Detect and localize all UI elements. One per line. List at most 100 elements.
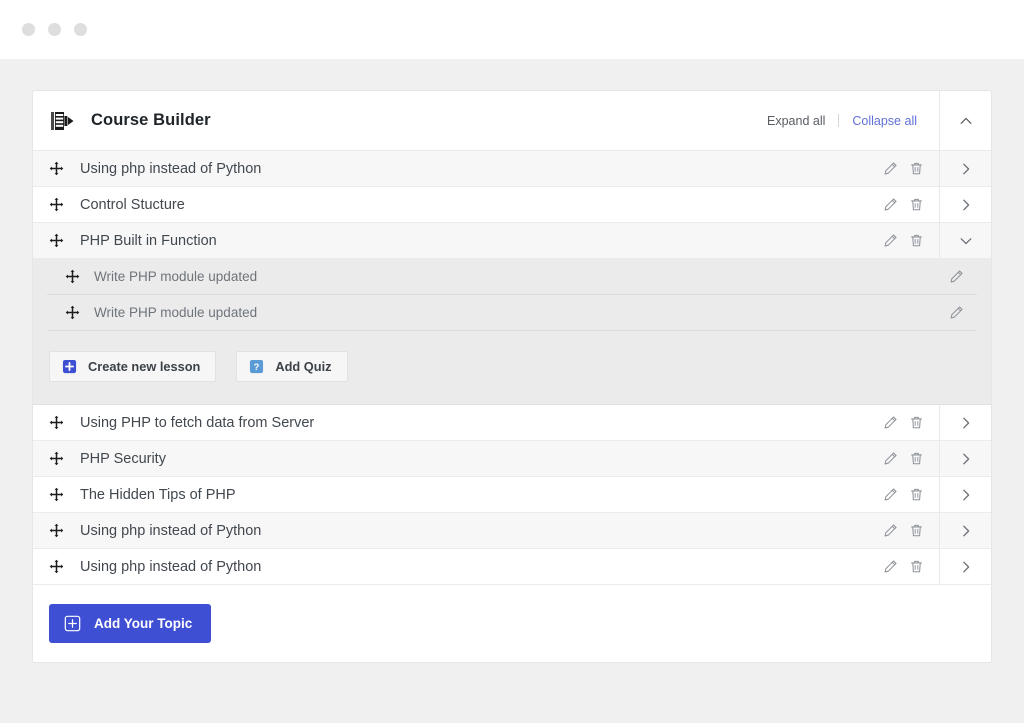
chevron-right-icon (962, 417, 969, 428)
drag-handle-icon[interactable] (49, 559, 64, 574)
trash-icon[interactable] (908, 196, 925, 213)
trash-icon[interactable] (908, 522, 925, 539)
topic-title: PHP Built in Function (80, 232, 217, 249)
course-builder-icon (51, 111, 74, 130)
pencil-icon[interactable] (882, 558, 899, 575)
add-your-topic-button[interactable]: Add Your Topic (49, 604, 212, 643)
topic-actions (882, 441, 939, 476)
chevron-right-icon (962, 199, 969, 210)
drag-handle-icon[interactable] (49, 197, 64, 212)
trash-icon[interactable] (908, 232, 925, 249)
pencil-icon[interactable] (882, 196, 899, 213)
topic-expand-toggle[interactable] (939, 441, 991, 476)
topic-row[interactable]: Using PHP to fetch data from Server (33, 405, 991, 441)
drag-handle-icon[interactable] (49, 233, 64, 248)
trash-icon[interactable] (908, 486, 925, 503)
header-collapse-toggle[interactable] (939, 91, 991, 150)
pencil-icon[interactable] (882, 450, 899, 467)
lesson-actions (948, 268, 977, 285)
topic-actions (882, 223, 939, 258)
pencil-icon[interactable] (882, 160, 899, 177)
pencil-icon[interactable] (882, 522, 899, 539)
topic-expand-toggle[interactable] (939, 151, 991, 186)
topic-expand-toggle[interactable] (939, 405, 991, 440)
topic-main: The Hidden Tips of PHP (33, 477, 882, 512)
topic-expand-toggle[interactable] (939, 477, 991, 512)
chevron-right-icon (962, 525, 969, 536)
topic-row[interactable]: PHP Security (33, 441, 991, 477)
topic-main: Using php instead of Python (33, 549, 882, 584)
window-dot-maximize[interactable] (74, 23, 87, 36)
card-footer: Add Your Topic (33, 585, 991, 662)
window-dot-minimize[interactable] (48, 23, 61, 36)
topic-row[interactable]: The Hidden Tips of PHP (33, 477, 991, 513)
drag-handle-icon[interactable] (49, 487, 64, 502)
pencil-icon[interactable] (948, 304, 965, 321)
topic-title: Using PHP to fetch data from Server (80, 414, 315, 431)
create-new-lesson-label: Create new lesson (88, 359, 201, 374)
lesson-row[interactable]: Write PHP module updated (47, 259, 977, 295)
topic-title: Using php instead of Python (80, 160, 262, 177)
topic-main: PHP Built in Function (33, 223, 882, 258)
svg-text:?: ? (254, 362, 260, 372)
trash-icon[interactable] (908, 160, 925, 177)
pencil-icon[interactable] (882, 414, 899, 431)
trash-icon[interactable] (908, 450, 925, 467)
lesson-row[interactable]: Write PHP module updated (47, 295, 977, 331)
chevron-down-icon (960, 237, 971, 244)
course-builder-card: Course Builder Expand all Collapse all U… (32, 90, 992, 663)
topic-row[interactable]: PHP Built in Function (33, 223, 991, 259)
topic-row[interactable]: Using php instead of Python (33, 513, 991, 549)
topic-actions (882, 151, 939, 186)
plus-box-icon (64, 615, 81, 632)
create-new-lesson-button[interactable]: Create new lesson (49, 351, 217, 382)
topic-expand-toggle[interactable] (939, 187, 991, 222)
question-square-icon: ? (249, 359, 264, 374)
topic-actions (882, 513, 939, 548)
page-canvas: Course Builder Expand all Collapse all U… (0, 60, 1024, 723)
topic-expand-toggle[interactable] (939, 549, 991, 584)
chevron-right-icon (962, 163, 969, 174)
drag-handle-icon[interactable] (49, 161, 64, 176)
drag-handle-icon[interactable] (49, 415, 64, 430)
lesson-title: Write PHP module updated (94, 269, 258, 284)
window-dot-close[interactable] (22, 23, 35, 36)
trash-icon[interactable] (908, 558, 925, 575)
trash-icon[interactable] (908, 414, 925, 431)
collapse-all-link[interactable]: Collapse all (852, 114, 917, 128)
topic-expand-toggle[interactable] (939, 513, 991, 548)
expand-all-link[interactable]: Expand all (767, 114, 825, 128)
topic-main: PHP Security (33, 441, 882, 476)
pencil-icon[interactable] (882, 486, 899, 503)
topic-actions (882, 187, 939, 222)
topic-row[interactable]: Using php instead of Python (33, 151, 991, 187)
plus-square-icon (62, 359, 77, 374)
header-right: Expand all Collapse all (767, 91, 991, 150)
panel-action-buttons: Create new lesson ? Add Quiz (33, 331, 991, 382)
topic-title: The Hidden Tips of PHP (80, 486, 236, 503)
lesson-main: Write PHP module updated (47, 269, 948, 284)
add-your-topic-label: Add Your Topic (94, 616, 193, 631)
add-quiz-label: Add Quiz (275, 359, 332, 374)
topic-actions (882, 549, 939, 584)
browser-chrome (0, 0, 1024, 60)
topic-expand-toggle[interactable] (939, 223, 991, 258)
topic-actions (882, 405, 939, 440)
add-quiz-button[interactable]: ? Add Quiz (236, 351, 348, 382)
lesson-list: Write PHP module updated Write PHP modul… (33, 259, 991, 331)
topic-row[interactable]: Using php instead of Python (33, 549, 991, 585)
topic-actions (882, 477, 939, 512)
topic-main: Using php instead of Python (33, 151, 882, 186)
drag-handle-icon[interactable] (49, 523, 64, 538)
drag-handle-icon[interactable] (65, 305, 80, 320)
pencil-icon[interactable] (882, 232, 899, 249)
topic-title: PHP Security (80, 450, 166, 467)
drag-handle-icon[interactable] (49, 451, 64, 466)
topic-main: Using PHP to fetch data from Server (33, 405, 882, 440)
pencil-icon[interactable] (948, 268, 965, 285)
drag-handle-icon[interactable] (65, 269, 80, 284)
topic-row[interactable]: Control Stucture (33, 187, 991, 223)
topic-main: Using php instead of Python (33, 513, 882, 548)
topic-title: Using php instead of Python (80, 558, 262, 575)
topic-title: Using php instead of Python (80, 522, 262, 539)
